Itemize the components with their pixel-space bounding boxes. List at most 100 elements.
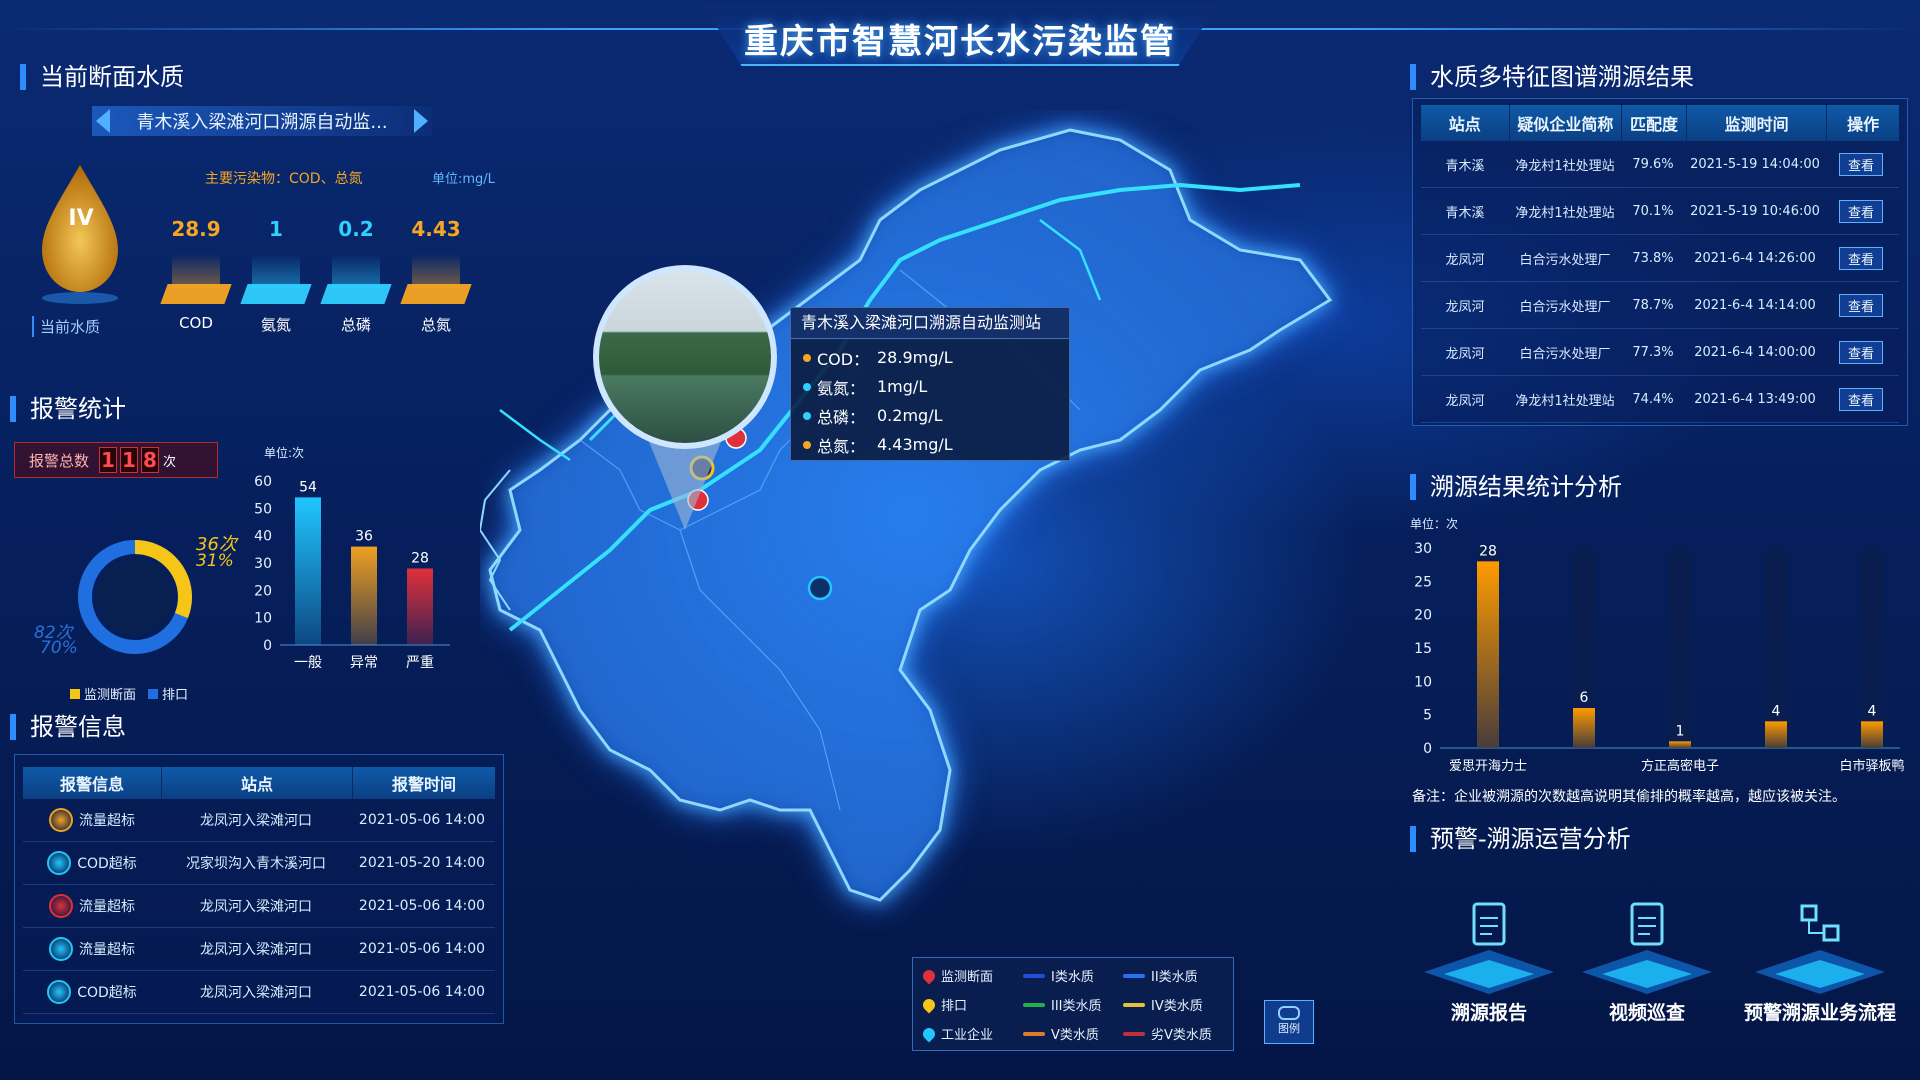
y-tick-label: 20 bbox=[1414, 608, 1432, 624]
alarm-info-table: 报警信息 站点 报警时间 流量超标 龙凤河入梁滩河口 2021-05-06 14:0… bbox=[14, 754, 504, 1024]
alarm-site: 况家坝沟入青木溪河口 bbox=[186, 856, 326, 872]
trace-row: 青木溪 净龙村1社处理站 79.6% 2021-5-19 14:04:00 查看 bbox=[1421, 141, 1899, 188]
x-tick-label: 爱思开海力士 bbox=[1449, 759, 1527, 774]
factory-marker[interactable] bbox=[807, 575, 833, 601]
donut-outlet-pct: 70% bbox=[40, 638, 78, 658]
legend-marker-icon bbox=[920, 1025, 938, 1042]
main-pollutants: 主要污染物：COD、总氮 bbox=[205, 171, 363, 187]
bar bbox=[1573, 708, 1595, 748]
bar-track bbox=[1669, 548, 1691, 748]
alarm-digit: 1 bbox=[99, 447, 118, 473]
alarm-time: 2021-05-06 14:00 bbox=[358, 812, 486, 828]
view-button[interactable]: 查看 bbox=[1838, 246, 1883, 270]
popup-item: 氨氮： 1mg/L bbox=[803, 372, 1057, 401]
bar-value-label: 4 bbox=[1772, 703, 1781, 719]
legend-item: II类水质 bbox=[1123, 966, 1223, 985]
popup-bullet bbox=[803, 353, 811, 362]
unit-label: 单位:mg/L bbox=[432, 172, 495, 187]
report-icon bbox=[1424, 902, 1554, 994]
trace-row: 青木溪 净龙村1社处理站 70.1% 2021-5-19 10:46:00 查看 bbox=[1421, 188, 1899, 235]
trace-row: 龙凤河 白合污水处理厂 78.7% 2021-6-4 14:14:00 查看 bbox=[1421, 282, 1899, 329]
x-tick-label: 一般 bbox=[294, 655, 322, 671]
bar bbox=[351, 546, 377, 645]
trace-match: 79.6% bbox=[1632, 156, 1674, 172]
popup-item-value: 28.9mg/L bbox=[877, 348, 953, 367]
alarm-site: 龙凤河入梁滩河口 bbox=[200, 985, 312, 1001]
x-tick-label: 方正高密电子 bbox=[1641, 758, 1719, 774]
popup-bullet bbox=[803, 382, 811, 391]
station-popup: 青木溪入梁滩河口溯源自动监测站 COD： 28.9mg/L 氨氮： 1mg/L 总磷： 0… bbox=[790, 307, 1070, 461]
x-tick-label: 异常 bbox=[350, 655, 378, 671]
alarm-site: 龙凤河入梁滩河口 bbox=[200, 899, 312, 915]
trace-match: 77.3% bbox=[1632, 344, 1674, 360]
alarm-time: 2021-05-06 14:00 bbox=[358, 898, 486, 914]
trace-site: 龙凤河 bbox=[1445, 252, 1485, 268]
y-tick-label: 30 bbox=[1414, 541, 1432, 557]
donut-hole bbox=[97, 559, 173, 635]
view-button[interactable]: 查看 bbox=[1838, 340, 1883, 364]
alarm-type-icon bbox=[49, 937, 73, 961]
trace-site: 青木溪 bbox=[1445, 205, 1485, 221]
bar bbox=[407, 568, 433, 645]
alarm-level-bar-chart: 单位:次 0 10 20 30 40 50 60 54 一般 36 异常 28 严重 bbox=[254, 445, 450, 671]
y-tick-label: 5 bbox=[1423, 708, 1432, 724]
alarm-row[interactable]: COD超标 况家坝沟入青木溪河口 2021-05-20 14:00 bbox=[23, 842, 495, 885]
popup-item-value: 1mg/L bbox=[877, 377, 928, 396]
metric-item: 0.2 总磷 bbox=[320, 214, 392, 344]
view-button[interactable]: 查看 bbox=[1838, 293, 1883, 317]
page-title: 重庆市智慧河长水污染监管 bbox=[744, 22, 1176, 62]
map-area[interactable] bbox=[480, 110, 1420, 970]
view-button[interactable]: 查看 bbox=[1838, 387, 1883, 411]
metric-item: 4.43 总氮 bbox=[400, 214, 472, 344]
water-grade-drop-icon bbox=[42, 165, 118, 304]
legend-line-swatch bbox=[1023, 1031, 1045, 1036]
video-patrol-card[interactable]: 视频巡查 bbox=[1572, 890, 1722, 1040]
bar-value-label: 4 bbox=[1868, 703, 1877, 719]
trace-time: 2021-5-19 10:46:00 bbox=[1690, 203, 1820, 219]
y-tick-label: 15 bbox=[1414, 641, 1432, 657]
popup-bullet bbox=[803, 411, 811, 420]
workflow-icon bbox=[1755, 904, 1885, 994]
legend-marker-icon bbox=[920, 967, 938, 984]
alarm-info-title: 报警信息 bbox=[10, 714, 126, 740]
legend-item: 监测断面 bbox=[920, 966, 1023, 985]
alarm-digit: 1 bbox=[120, 447, 139, 473]
station-photo-bubble[interactable] bbox=[585, 262, 785, 532]
alarm-type-icon bbox=[47, 851, 72, 875]
alarm-site: 龙凤河入梁滩河口 bbox=[200, 813, 312, 829]
trace-site: 龙凤河 bbox=[1445, 346, 1485, 362]
legend-toggle-button[interactable]: 图例 bbox=[1264, 1000, 1314, 1044]
metric-value: 1 bbox=[269, 217, 283, 241]
legend-item: I类水质 bbox=[1023, 966, 1123, 985]
alarm-type-icon bbox=[49, 894, 73, 918]
alarm-type: 流量超标 bbox=[79, 813, 135, 829]
water-quality-title: 当前断面水质 bbox=[20, 64, 184, 90]
next-arrow-icon[interactable] bbox=[414, 109, 428, 133]
alarm-time: 2021-05-06 14:00 bbox=[358, 941, 486, 957]
trace-report-card[interactable]: 溯源报告 bbox=[1414, 890, 1564, 1040]
alarm-row[interactable]: COD超标 龙凤河入梁滩河口 2021-05-06 14:00 bbox=[23, 971, 495, 1014]
view-button[interactable]: 查看 bbox=[1838, 199, 1883, 223]
trace-time: 2021-6-4 13:49:00 bbox=[1694, 391, 1816, 407]
alarm-row[interactable]: 流量超标 龙凤河入梁滩河口 2021-05-06 14:00 bbox=[23, 799, 495, 842]
legend-line-swatch bbox=[1123, 1031, 1145, 1036]
legend-item: 劣V类水质 bbox=[1123, 1024, 1223, 1043]
x-tick-label: 严重 bbox=[406, 655, 434, 671]
legend-item-label: 监测断面 bbox=[941, 970, 994, 985]
bar-value-label: 6 bbox=[1580, 690, 1589, 706]
view-button[interactable]: 查看 bbox=[1838, 152, 1883, 176]
alarm-row[interactable]: 流量超标 龙凤河入梁滩河口 2021-05-06 14:00 bbox=[23, 885, 495, 928]
water-grade-label: 当前水质 bbox=[32, 316, 100, 337]
bar-value-label: 28 bbox=[1479, 543, 1497, 559]
x-tick-label: 白市驿板鸭 bbox=[1839, 758, 1904, 774]
prev-arrow-icon[interactable] bbox=[96, 109, 110, 133]
station-selector[interactable]: 青木溪入梁滩河口溯源自动监... bbox=[92, 106, 432, 136]
trace-company: 净龙村1社处理站 bbox=[1515, 393, 1615, 409]
y-tick-label: 20 bbox=[254, 583, 272, 599]
chart-unit-label: 单位：次 bbox=[1410, 516, 1458, 531]
alarm-row[interactable]: 流量超标 龙凤河入梁滩河口 2021-05-06 14:00 bbox=[23, 928, 495, 971]
workflow-card[interactable]: 预警溯源业务流程 bbox=[1730, 890, 1910, 1040]
legend-label: 排口 bbox=[162, 688, 189, 703]
alarm-stats-title: 报警统计 bbox=[10, 396, 126, 422]
legend-item-label: II类水质 bbox=[1151, 970, 1198, 985]
